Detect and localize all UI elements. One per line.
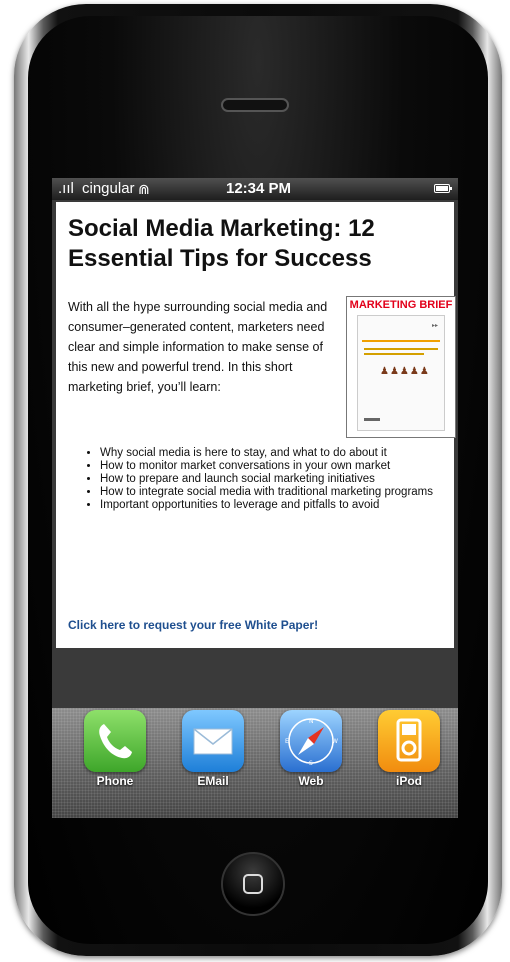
app-dock: Phone EMail N S E W Web iPod [52, 708, 458, 818]
svg-text:W: W [332, 738, 338, 745]
list-item: How to prepare and launch social marketi… [100, 473, 458, 486]
dock-app-label: Web [298, 774, 324, 788]
svg-text:N: N [309, 718, 314, 725]
brief-footer-mark [364, 418, 380, 421]
svg-text:E: E [285, 738, 289, 745]
people-illustration-icon: ♟♟♟♟♟ [380, 366, 430, 377]
home-square-icon [243, 874, 263, 894]
brief-text-line [364, 348, 438, 350]
article-title: Social Media Marketing: 12 Essential Tip… [68, 215, 375, 272]
list-item: How to integrate social media with tradi… [100, 486, 458, 499]
dock-app-ipod[interactable]: iPod [372, 710, 446, 788]
brief-logo-icon: ▸▸ [431, 323, 438, 329]
dock-app-email[interactable]: EMail [176, 710, 250, 788]
earpiece-speaker [221, 98, 289, 112]
phone-screen: .ııl cingular ⋒ 12:34 PM Social Media Ma… [52, 178, 458, 818]
marketing-brief-thumbnail[interactable]: MARKETING BRIEF ▸▸ ♟♟♟♟♟ [346, 296, 456, 438]
dock-app-phone[interactable]: Phone [78, 710, 152, 788]
signal-strength-icon: .ııl [58, 180, 74, 197]
mail-icon [182, 710, 244, 772]
compass-icon: N S E W [280, 710, 342, 772]
request-white-paper-link[interactable]: Click here to request your free White Pa… [68, 618, 318, 632]
dock-app-web[interactable]: N S E W Web [274, 710, 348, 788]
battery-icon [434, 184, 452, 193]
list-item: How to monitor market conversations in y… [100, 460, 458, 473]
tips-list: Why social media is here to stay, and wh… [86, 447, 458, 512]
status-time: 12:34 PM [226, 180, 292, 197]
svg-text:S: S [309, 760, 313, 767]
ipod-icon [378, 710, 440, 772]
list-item: Important opportunities to leverage and … [100, 499, 458, 512]
status-bar: .ııl cingular ⋒ 12:34 PM [52, 178, 458, 200]
wifi-icon: ⋒ [138, 181, 150, 197]
dock-app-label: Phone [96, 774, 134, 788]
dock-app-label: iPod [396, 774, 422, 788]
phone-icon [84, 710, 146, 772]
article-intro: With all the hype surrounding social med… [68, 300, 328, 394]
web-page-content: Social Media Marketing: 12 Essential Tip… [56, 202, 456, 648]
brief-text-line [364, 353, 424, 355]
brief-label: MARKETING BRIEF [349, 299, 453, 311]
home-button[interactable] [221, 852, 285, 916]
carrier-name: cingular [82, 180, 135, 197]
dock-app-label: EMail [197, 774, 229, 788]
brief-divider [362, 340, 440, 342]
list-item: Why social media is here to stay, and wh… [100, 447, 458, 460]
brief-cover-image: ▸▸ ♟♟♟♟♟ [357, 315, 445, 431]
